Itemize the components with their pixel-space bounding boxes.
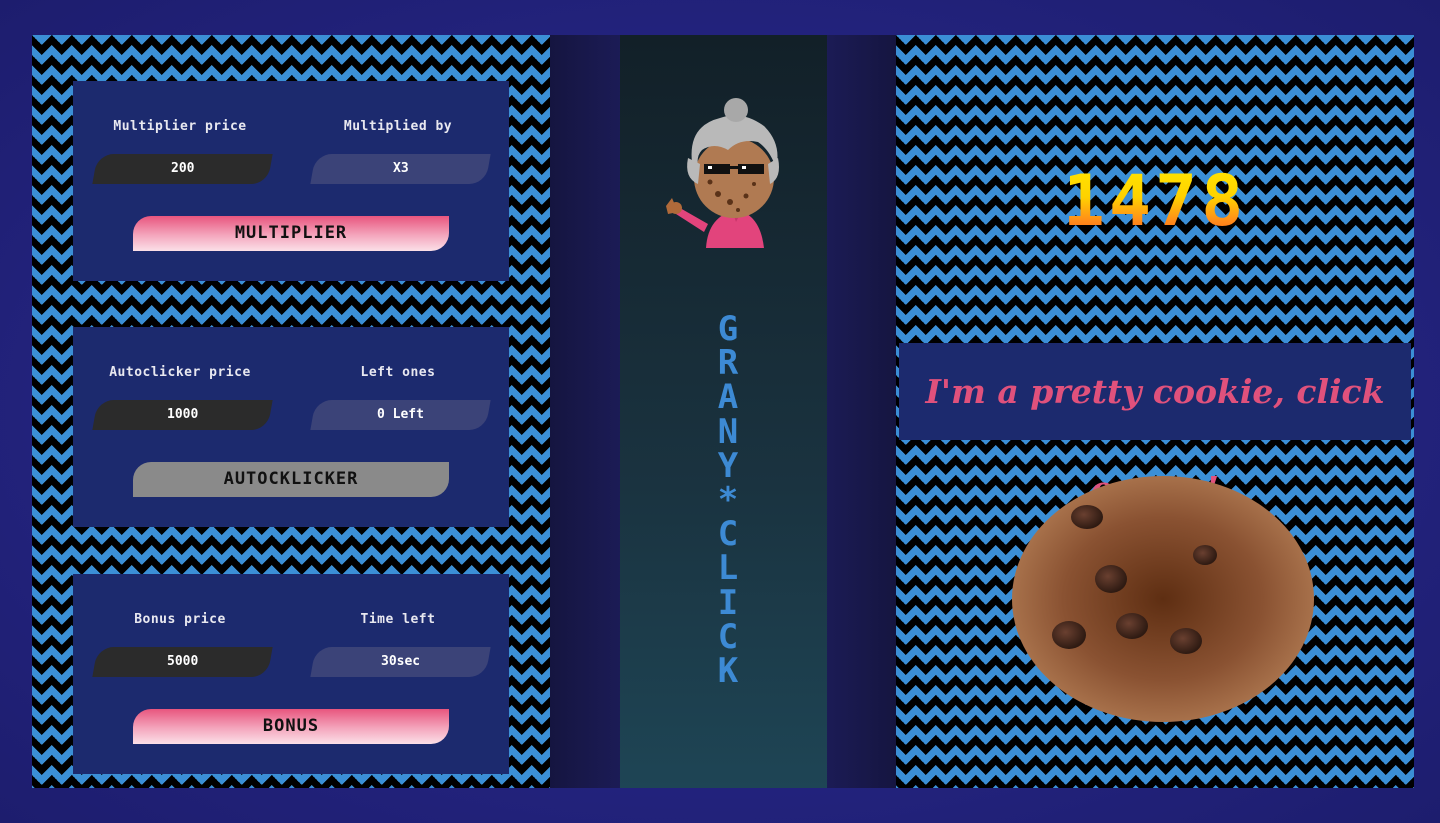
bonus-price-label: Bonus price: [134, 612, 226, 627]
bonus-price-text: 5000: [166, 654, 199, 669]
bonus-button[interactable]: BONUS: [133, 709, 449, 744]
game-title: GRANY*CLICK: [717, 309, 739, 692]
bonus-panel: Bonus price Time left 5000 30sec BONUS: [73, 574, 509, 774]
autoclicker-panel: Autoclicker price Left ones 1000 0 Left …: [73, 327, 509, 527]
bonus-price-value: 5000: [92, 647, 273, 677]
cookie-message: I'm a pretty cookie, click on me!: [925, 372, 1385, 508]
multiplier-price-text: 200: [170, 161, 195, 176]
granny-sunglasses-icon: [666, 98, 779, 248]
left-ones-label: Left ones: [360, 365, 436, 380]
left-ones-value: 0 Left: [310, 400, 491, 430]
cookie-icon[interactable]: [1010, 475, 1316, 725]
autoclicker-button[interactable]: AUTOCKLICKER: [133, 462, 449, 497]
left-ones-text: 0 Left: [377, 407, 424, 422]
multiplied-by-text: X3: [392, 161, 409, 176]
autoclicker-price-label: Autoclicker price: [109, 365, 251, 380]
autoclicker-price-text: 1000: [166, 407, 199, 422]
time-left-label: Time left: [360, 612, 436, 627]
multiplier-price-value: 200: [92, 154, 273, 184]
autoclicker-price-value: 1000: [92, 400, 273, 430]
cookie-score: 1478: [1010, 160, 1300, 242]
message-box: I'm a pretty cookie, click on me!: [899, 343, 1411, 508]
time-left-value: 30sec: [310, 647, 491, 677]
multiplied-by-value: X3: [310, 154, 491, 184]
time-left-text: 30sec: [380, 654, 421, 669]
multiplier-price-label: Multiplier price: [113, 119, 247, 134]
multiplied-by-label: Multiplied by: [343, 119, 453, 134]
multiplier-button[interactable]: MULTIPLIER: [133, 216, 449, 251]
multiplier-panel: Multiplier price Multiplied by 200 X3 MU…: [73, 81, 509, 281]
